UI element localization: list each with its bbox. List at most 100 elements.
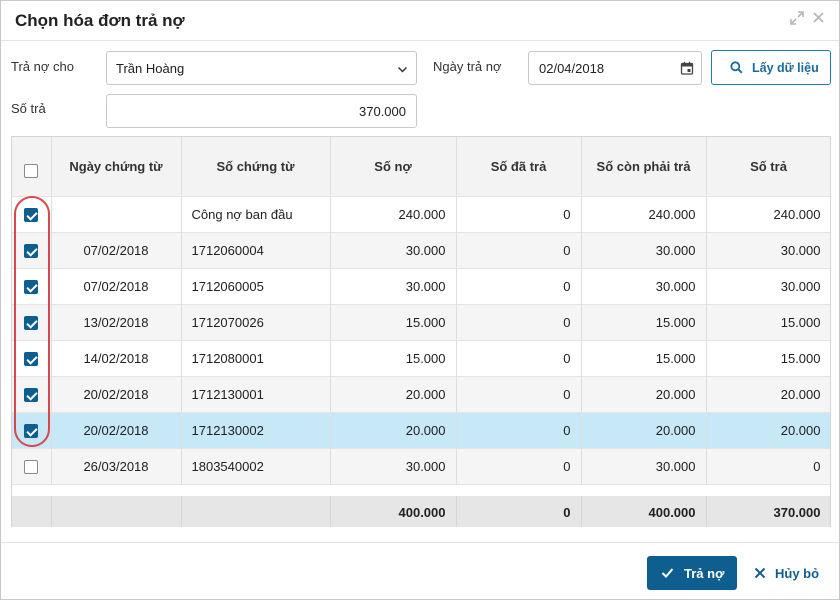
row-remaining: 15.000: [581, 304, 707, 341]
row-pay: 30.000: [706, 268, 830, 305]
choose-invoice-dialog: Chọn hóa đơn trả nợ Trả nợ cho Trần Hoàn…: [0, 0, 840, 600]
row-paid: 0: [456, 232, 582, 269]
totals-cell-empty: [12, 496, 52, 527]
table-row[interactable]: 26/03/2018 1803540002 30.000 0 30.000 0: [12, 448, 830, 485]
row-remaining: 20.000: [581, 412, 707, 449]
row-debt: 30.000: [330, 448, 457, 485]
row-debt: 15.000: [330, 340, 457, 377]
grid-spacer: [12, 484, 830, 496]
header-doc-no[interactable]: Số chứng từ: [181, 137, 331, 197]
total-remaining: 400.000: [581, 496, 707, 527]
table-row[interactable]: 07/02/2018 1712060004 30.000 0 30.000 30.000: [12, 232, 830, 269]
table-row[interactable]: 20/02/2018 1712130002 20.000 0 20.000 20.000: [12, 412, 830, 449]
row-debt: 20.000: [330, 376, 457, 413]
fetch-data-label: Lấy dữ liệu: [752, 61, 819, 75]
row-doc-date: [51, 196, 182, 233]
row-paid: 0: [456, 268, 582, 305]
row-doc-no: 1712060004: [181, 232, 331, 269]
table-row[interactable]: 13/02/2018 1712070026 15.000 0 15.000 15.000: [12, 304, 830, 341]
row-checkbox[interactable]: [24, 351, 39, 366]
date-value: 02/04/2018: [539, 61, 605, 76]
pay-debt-button[interactable]: Trả nợ: [647, 556, 737, 590]
table-row[interactable]: Công nợ ban đầu 240.000 0 240.000 240.000: [12, 196, 830, 233]
row-remaining: 30.000: [581, 232, 707, 269]
row-doc-date: 20/02/2018: [51, 376, 182, 413]
row-paid: 0: [456, 412, 582, 449]
row-checkbox[interactable]: [24, 207, 39, 222]
expand-icon[interactable]: [789, 11, 805, 29]
table-row[interactable]: 14/02/2018 1712080001 15.000 0 15.000 15.000: [12, 340, 830, 377]
row-select-cell: [12, 304, 52, 341]
header-remaining[interactable]: Số còn phải trả: [581, 137, 707, 197]
header-doc-date[interactable]: Ngày chứng từ: [51, 137, 182, 197]
row-paid: 0: [456, 448, 582, 485]
select-all-checkbox[interactable]: [24, 164, 39, 179]
row-doc-no: 1712070026: [181, 304, 331, 341]
total-paid: 0: [456, 496, 582, 527]
payer-select[interactable]: Trần Hoàng: [106, 51, 417, 85]
cancel-label: Hủy bỏ: [775, 566, 820, 581]
chevron-down-icon: [397, 63, 408, 78]
row-debt: 15.000: [330, 304, 457, 341]
payer-label: Trả nợ cho: [11, 59, 74, 74]
row-checkbox[interactable]: [24, 459, 39, 474]
pay-debt-label: Trả nợ: [684, 566, 725, 581]
row-select-cell: [12, 196, 52, 233]
row-checkbox[interactable]: [24, 387, 39, 402]
date-label: Ngày trả nợ: [433, 59, 502, 74]
row-remaining: 240.000: [581, 196, 707, 233]
row-doc-date: 13/02/2018: [51, 304, 182, 341]
invoice-table: Ngày chứng từ Số chứng từ Số nợ Số đã tr…: [12, 137, 830, 527]
row-select-cell: [12, 412, 52, 449]
row-remaining: 30.000: [581, 448, 707, 485]
spacer-cell: [12, 484, 830, 496]
search-icon: [730, 61, 743, 77]
row-pay: 15.000: [706, 304, 830, 341]
totals-cell-empty: [51, 496, 182, 527]
row-doc-no: 1712060005: [181, 268, 331, 305]
amount-value: 370.000: [359, 104, 406, 119]
cancel-button[interactable]: Hủy bỏ: [749, 556, 831, 590]
row-paid: 0: [456, 304, 582, 341]
header-row: Ngày chứng từ Số chứng từ Số nợ Số đã tr…: [12, 137, 830, 197]
close-icon: [754, 567, 766, 582]
close-icon[interactable]: [810, 11, 826, 29]
row-doc-date: 20/02/2018: [51, 412, 182, 449]
row-pay: 15.000: [706, 340, 830, 377]
table-row[interactable]: 07/02/2018 1712060005 30.000 0 30.000 30.000: [12, 268, 830, 305]
payer-value: Trần Hoàng: [116, 61, 185, 76]
footer-divider: [1, 542, 839, 543]
row-debt: 30.000: [330, 232, 457, 269]
header-debt[interactable]: Số nợ: [330, 137, 457, 197]
row-checkbox[interactable]: [24, 243, 39, 258]
amount-label: Số trả: [11, 101, 46, 116]
header-paid[interactable]: Số đã trả: [456, 137, 582, 197]
fetch-data-button[interactable]: Lấy dữ liệu: [711, 50, 831, 85]
row-pay: 0: [706, 448, 830, 485]
header-pay[interactable]: Số trả: [706, 137, 830, 197]
row-debt: 20.000: [330, 412, 457, 449]
row-checkbox[interactable]: [24, 279, 39, 294]
calendar-icon[interactable]: [680, 61, 694, 78]
date-field[interactable]: 02/04/2018: [528, 51, 702, 85]
row-select-cell: [12, 448, 52, 485]
title-bar: Chọn hóa đơn trả nợ: [1, 1, 839, 41]
invoice-grid: Ngày chứng từ Số chứng từ Số nợ Số đã tr…: [11, 136, 831, 527]
row-doc-date: 14/02/2018: [51, 340, 182, 377]
row-select-cell: [12, 268, 52, 305]
row-remaining: 20.000: [581, 376, 707, 413]
row-paid: 0: [456, 376, 582, 413]
row-pay: 240.000: [706, 196, 830, 233]
header-select-all: [12, 137, 52, 197]
totals-cell-empty: [181, 496, 331, 527]
total-debt: 400.000: [330, 496, 457, 527]
row-checkbox[interactable]: [24, 315, 39, 330]
row-pay: 20.000: [706, 412, 830, 449]
amount-input[interactable]: 370.000: [106, 94, 417, 128]
row-doc-no: 1712130002: [181, 412, 331, 449]
table-row[interactable]: 20/02/2018 1712130001 20.000 0 20.000 20.000: [12, 376, 830, 413]
row-remaining: 15.000: [581, 340, 707, 377]
row-debt: 30.000: [330, 268, 457, 305]
row-doc-date: 07/02/2018: [51, 232, 182, 269]
row-checkbox[interactable]: [24, 423, 39, 438]
